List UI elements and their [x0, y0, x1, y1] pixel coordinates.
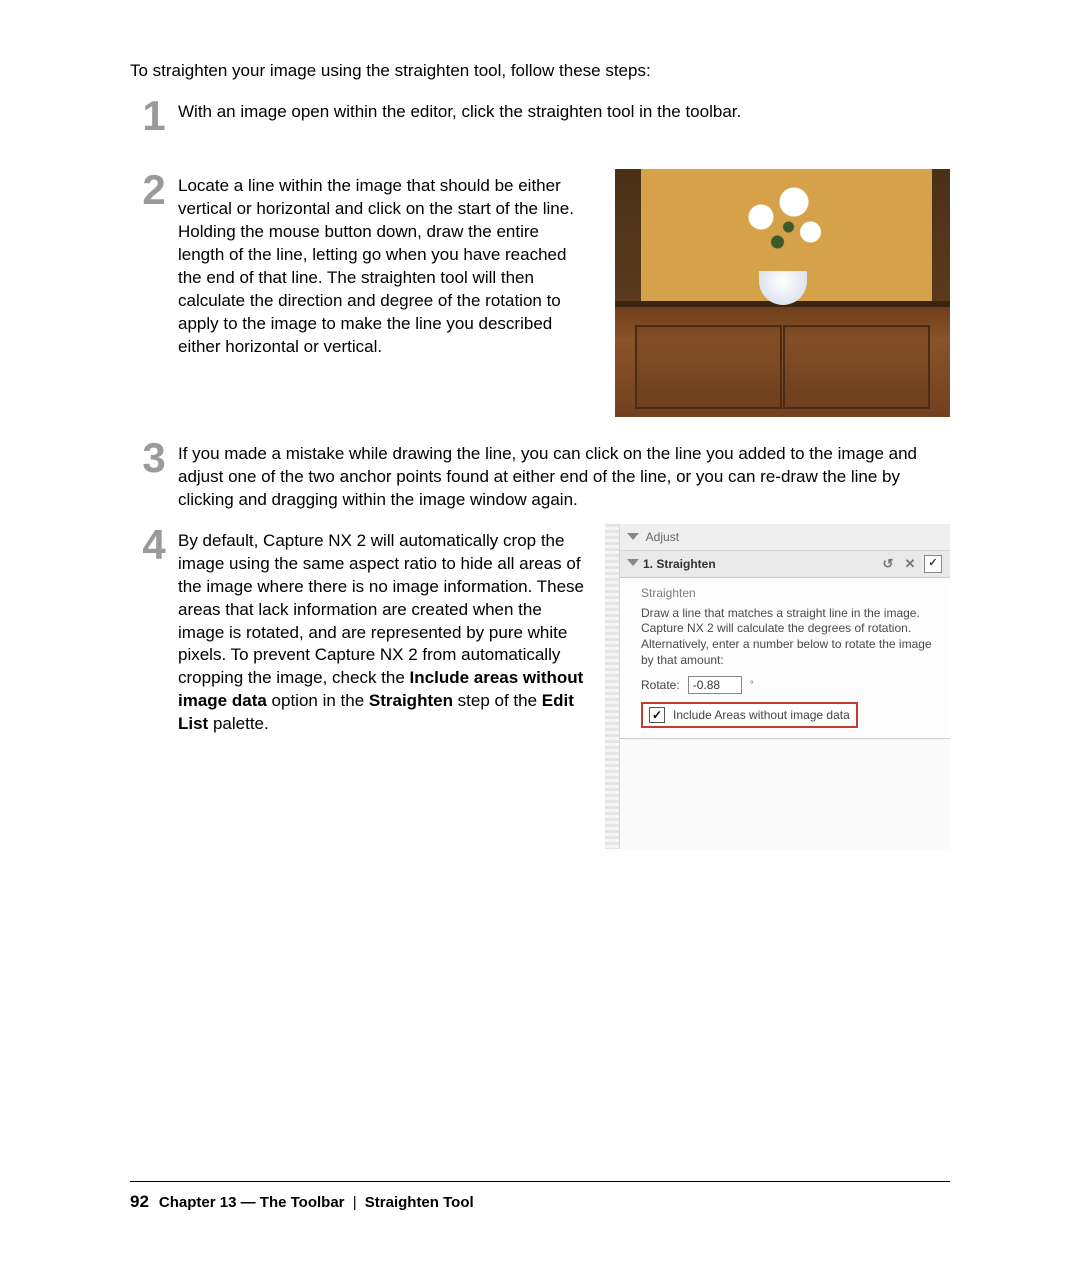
intro-text: To straighten your image using the strai… [130, 60, 950, 83]
step-4-pre: By default, Capture NX 2 will automatica… [178, 531, 584, 688]
step-3-text: If you made a mistake while drawing the … [178, 443, 950, 512]
footer-separator: | [353, 1194, 357, 1211]
rotate-row: Rotate: ° [641, 676, 942, 694]
include-areas-option[interactable]: ✓ Include Areas without image data [641, 702, 858, 728]
palette-side-handle [605, 524, 620, 849]
palette-subheading: Straighten [641, 584, 942, 606]
apply-checkbox[interactable]: ✓ [924, 555, 942, 573]
include-areas-checkbox[interactable]: ✓ [649, 707, 665, 723]
step-4-mid2: step of the [453, 691, 542, 710]
step-1-number: 1 [130, 95, 178, 137]
palette-description: Draw a line that matches a straight line… [641, 606, 942, 668]
step-2-text: Locate a line within the image that shou… [178, 175, 615, 359]
step-4-number: 4 [130, 524, 178, 566]
disclosure-triangle-icon[interactable] [627, 559, 639, 566]
step-3-number: 3 [130, 437, 178, 479]
rotate-label: Rotate: [641, 678, 680, 692]
disclosure-triangle-icon[interactable] [627, 533, 639, 540]
page: To straighten your image using the strai… [0, 0, 1080, 1270]
page-number: 92 [130, 1192, 149, 1212]
palette-section-title: 1. Straighten [643, 551, 880, 577]
palette-header-adjust[interactable]: Adjust [619, 524, 950, 551]
reset-icon[interactable]: ↺ [880, 556, 896, 572]
step-3: 3 If you made a mistake while drawing th… [130, 443, 950, 512]
step-4: 4 By default, Capture NX 2 will automati… [130, 530, 950, 849]
step-2-number: 2 [130, 169, 178, 211]
step-4-bold-straighten: Straighten [369, 691, 453, 710]
degree-symbol: ° [750, 680, 754, 691]
step-1-text: With an image open within the editor, cl… [178, 101, 950, 124]
include-areas-label: Include Areas without image data [673, 708, 850, 722]
footer-chapter: Chapter 13 [159, 1194, 237, 1211]
page-footer: 92 Chapter 13 — The Toolbar | Straighten… [130, 1181, 950, 1212]
footer-toolbar: — The Toolbar [236, 1194, 344, 1211]
edit-list-palette-screenshot: Adjust 1. Straighten ↺ ✕ ✓ [605, 524, 950, 849]
step-2: 2 Locate a line within the image that sh… [130, 175, 950, 417]
palette-header-label: Adjust [646, 530, 679, 544]
step-4-post: palette. [208, 714, 269, 733]
palette-empty-area [619, 739, 950, 849]
step-4-text: By default, Capture NX 2 will automatica… [178, 530, 605, 736]
step-1: 1 With an image open within the editor, … [130, 101, 950, 137]
delete-icon[interactable]: ✕ [902, 556, 918, 572]
rotate-input[interactable] [688, 676, 742, 694]
palette-section-straighten[interactable]: 1. Straighten ↺ ✕ ✓ [619, 551, 950, 578]
example-photo [615, 169, 950, 417]
footer-tool: Straighten Tool [365, 1194, 474, 1211]
step-4-mid1: option in the [267, 691, 369, 710]
